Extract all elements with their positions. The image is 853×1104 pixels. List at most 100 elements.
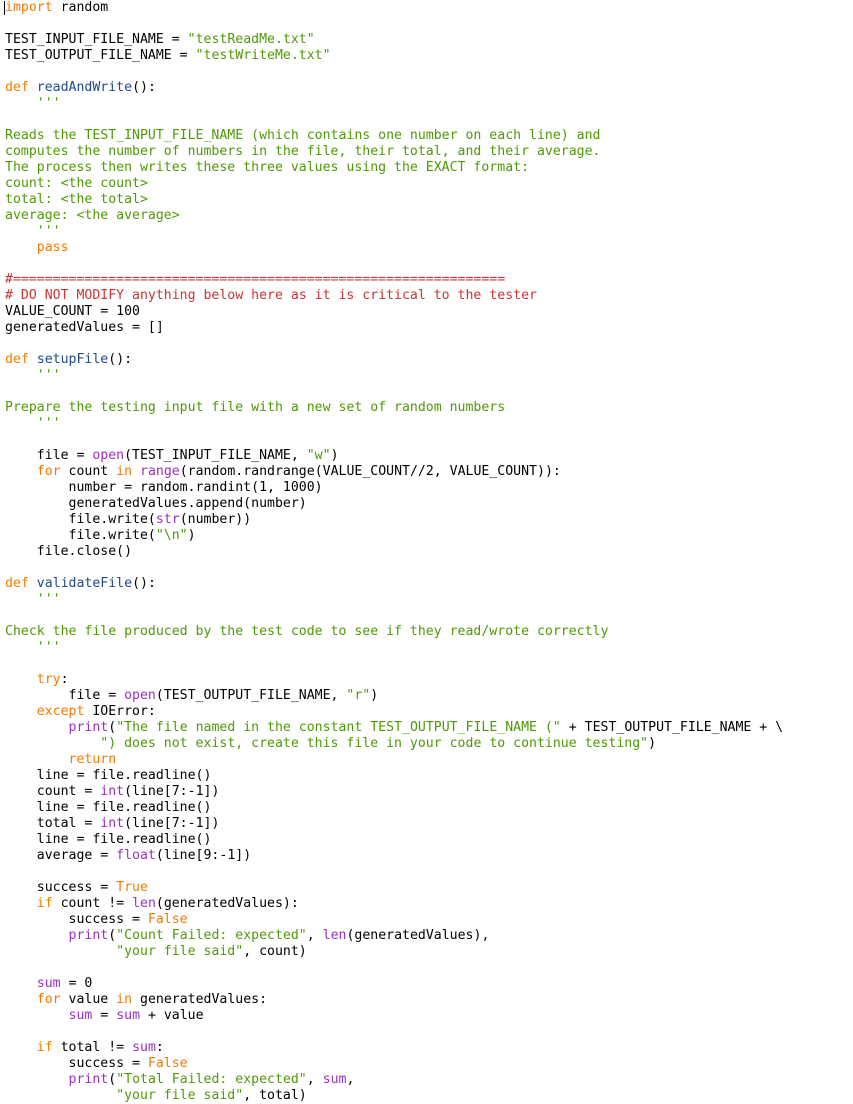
code-line: total: <the total> (5, 192, 783, 208)
code-line: ''' (5, 96, 783, 112)
code-token-pln: (): (132, 576, 156, 591)
code-token-str: "your file said" (116, 1088, 244, 1103)
code-token-pln: ( (108, 1072, 117, 1087)
code-token-pln (5, 992, 37, 1007)
code-token-str: "w" (306, 448, 331, 463)
code-token-pln: number = random.randint(1, 1000) (5, 480, 323, 495)
code-line: import random (5, 0, 783, 16)
code-token-bi: sum (68, 1008, 93, 1023)
code-token-pln: count = (5, 784, 101, 799)
code-token-str: Prepare the testing input file with a ne… (5, 400, 506, 415)
code-token-kw: for (36, 992, 61, 1007)
code-token-pln: ) (330, 448, 339, 463)
code-token-bi: print (68, 1072, 109, 1087)
code-token-pln (29, 576, 37, 591)
code-token-kw: return (68, 752, 117, 767)
code-line: except IOError: (5, 704, 783, 720)
code-token-str: ''' (5, 640, 61, 655)
code-line: ") does not exist, create this file in y… (5, 736, 783, 752)
code-token-kw: False (147, 1056, 188, 1071)
code-token-str: average: <the average> (5, 208, 180, 223)
code-line: TEST_INPUT_FILE_NAME = "testReadMe.txt" (5, 32, 783, 48)
code-token-kw: in (116, 992, 133, 1007)
code-token-str: ''' (5, 592, 61, 607)
code-token-pln: file = (5, 448, 93, 463)
code-token-str: computes the number of numbers in the fi… (5, 144, 601, 159)
code-token-pln: (number)) (179, 512, 252, 527)
code-token-pln (29, 352, 37, 367)
code-line: if total != sum: (5, 1040, 783, 1056)
code-token-str: "The file named in the constant TEST_OUT… (116, 720, 561, 735)
code-token-pln: , (306, 928, 323, 943)
code-token-kw: except (36, 704, 85, 719)
code-token-pln (5, 1040, 37, 1055)
code-token-pln: (line[7:-1]) (124, 784, 220, 799)
code-editor-pane[interactable]: import random TEST_INPUT_FILE_NAME = "te… (0, 0, 853, 1103)
code-token-pln: IOError: (84, 704, 156, 719)
code-line: count: <the count> (5, 176, 783, 192)
code-line: file.close() (5, 544, 783, 560)
code-line: def validateFile(): (5, 576, 783, 592)
code-token-pln: value (60, 992, 117, 1007)
code-token-pln: generatedValues = [] (5, 320, 164, 335)
code-token-pln: line = file.readline() (5, 800, 212, 815)
code-token-pln: TEST_INPUT_FILE_NAME = (5, 32, 188, 47)
code-token-bi: print (68, 720, 109, 735)
code-token-pln (5, 928, 69, 943)
code-token-bi: float (116, 848, 156, 863)
code-token-pln: TEST_OUTPUT_FILE_NAME = (5, 48, 196, 63)
code-line: "your file said", count) (5, 944, 783, 960)
code-token-pln: , count) (243, 944, 307, 959)
source-code-text[interactable]: import random TEST_INPUT_FILE_NAME = "te… (5, 0, 783, 1104)
code-line: for value in generatedValues: (5, 992, 783, 1008)
code-token-pln (5, 464, 37, 479)
code-line: line = file.readline() (5, 800, 783, 816)
code-line: count = int(line[7:-1]) (5, 784, 783, 800)
code-token-pln: (TEST_INPUT_FILE_NAME, (124, 448, 307, 463)
code-token-pln: ) (187, 528, 196, 543)
code-token-str: "testWriteMe.txt" (195, 48, 331, 63)
code-token-kw: def (5, 80, 29, 95)
code-token-str: "\n" (155, 528, 188, 543)
code-token-bi: sum (322, 1072, 347, 1087)
code-token-pln: total != (52, 1040, 133, 1055)
code-token-pln: (line[7:-1]) (124, 816, 220, 831)
code-token-pln (5, 672, 37, 687)
code-line: ''' (5, 640, 783, 656)
code-token-kw: def (5, 352, 29, 367)
code-line: def readAndWrite(): (5, 80, 783, 96)
code-line: sum = sum + value (5, 1008, 783, 1024)
code-line: average = float(line[9:-1]) (5, 848, 783, 864)
code-token-kw: if (36, 1040, 53, 1055)
code-token-pln: file.write( (5, 528, 156, 543)
code-token-pln: VALUE_COUNT = 100 (5, 304, 140, 319)
code-token-bi: int (100, 816, 125, 831)
code-token-bi: range (140, 464, 180, 479)
code-token-fn: readAndWrite (36, 80, 133, 95)
code-token-pln: line = file.readline() (5, 768, 212, 783)
code-line: return (5, 752, 783, 768)
code-line: Prepare the testing input file with a ne… (5, 400, 783, 416)
code-token-bi: len (132, 896, 156, 911)
code-line: try: (5, 672, 783, 688)
code-line: generatedValues.append(number) (5, 496, 783, 512)
code-token-pln: success = (5, 1056, 148, 1071)
code-line: VALUE_COUNT = 100 (5, 304, 783, 320)
code-line: file.write("\n") (5, 528, 783, 544)
code-token-str: ''' (5, 368, 61, 383)
code-token-pln: (): (108, 352, 133, 367)
code-token-str: ''' (5, 416, 61, 431)
code-token-pln (5, 752, 69, 767)
code-line: line = file.readline() (5, 832, 783, 848)
code-token-pln: file.write( (5, 512, 156, 527)
code-token-pln: count != (52, 896, 133, 911)
code-line: pass (5, 240, 783, 256)
code-token-fn: validateFile (36, 576, 133, 591)
